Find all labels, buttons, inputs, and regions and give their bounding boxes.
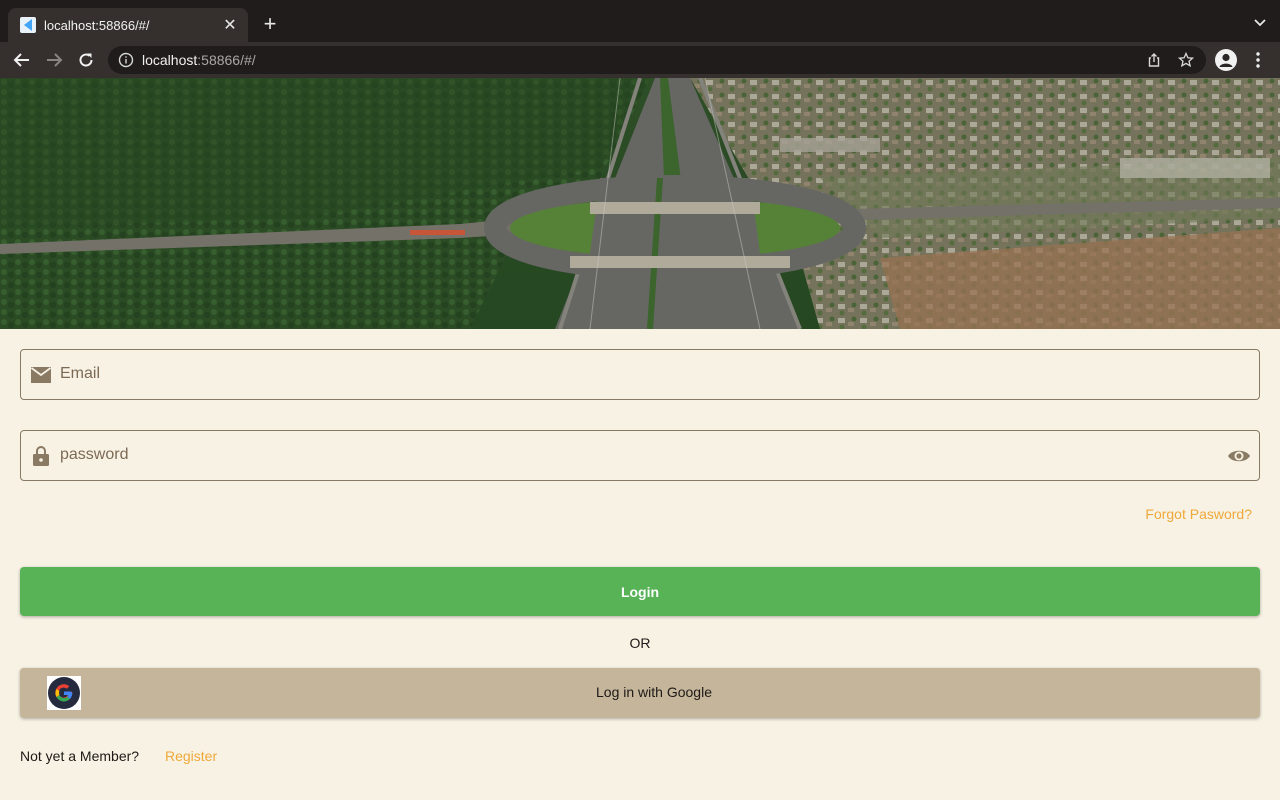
plus-icon[interactable]: +: [258, 12, 282, 36]
url-host: localhost: [142, 52, 198, 68]
hero-aerial-image: [0, 78, 1280, 329]
email-placeholder: Email: [60, 365, 101, 382]
profile-icon[interactable]: [1215, 49, 1237, 71]
mail-icon: [30, 367, 52, 383]
url-rest: :58866/#/: [197, 52, 256, 68]
info-icon[interactable]: [118, 52, 134, 68]
forward-arrow-icon[interactable]: [42, 48, 66, 72]
email-field[interactable]: Email: [20, 349, 1260, 400]
browser-tab[interactable]: localhost:58866/#/ ✕: [8, 8, 248, 42]
browser-toolbar: localhost:58866/#/: [0, 42, 1280, 78]
chevron-down-icon[interactable]: [1252, 14, 1268, 30]
login-button[interactable]: Login: [20, 567, 1260, 616]
tab-title: localhost:58866/#/: [44, 17, 150, 33]
password-field[interactable]: password: [20, 430, 1260, 481]
back-arrow-icon[interactable]: [10, 48, 34, 72]
member-question: Not yet a Member?: [20, 748, 140, 764]
browser-tab-strip: localhost:58866/#/ ✕ +: [0, 0, 1280, 42]
register-link[interactable]: Register: [165, 748, 217, 764]
close-icon[interactable]: ✕: [220, 15, 240, 35]
google-login-button[interactable]: Log in with Google: [20, 668, 1260, 718]
address-bar[interactable]: localhost:58866/#/: [108, 46, 1206, 74]
kebab-menu-icon[interactable]: [1250, 50, 1266, 70]
password-placeholder: password: [60, 446, 129, 463]
google-login-label: Log in with Google: [596, 684, 712, 700]
url-text: localhost:58866/#/: [142, 52, 256, 68]
share-icon[interactable]: [1146, 52, 1162, 68]
or-divider-label: OR: [629, 635, 651, 651]
reload-icon[interactable]: [74, 48, 98, 72]
lock-icon: [33, 446, 49, 466]
forgot-password-link[interactable]: Forgot Pasword?: [1145, 506, 1252, 522]
flutter-favicon: [20, 17, 36, 33]
star-icon[interactable]: [1178, 52, 1194, 68]
eye-icon[interactable]: [1227, 444, 1251, 468]
